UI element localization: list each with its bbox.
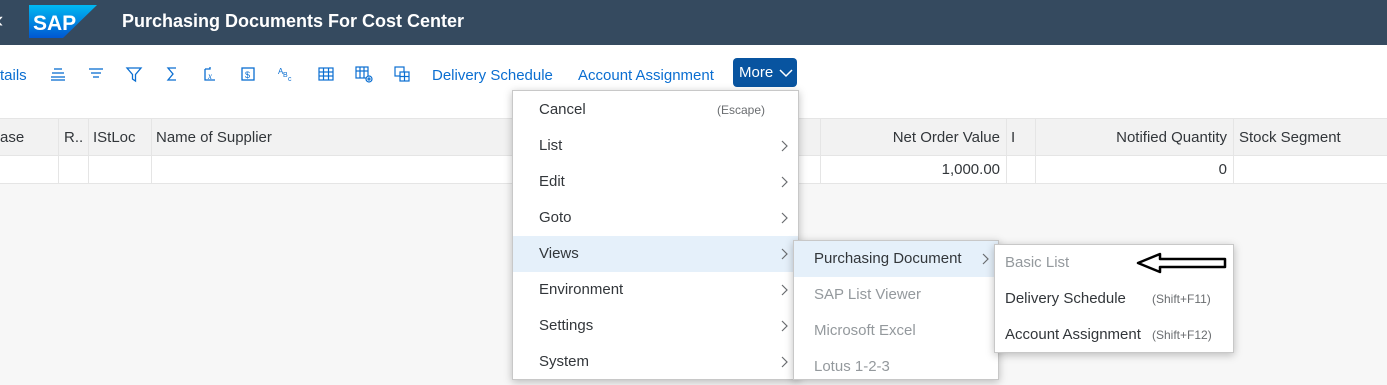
table-settings-icon[interactable] (353, 63, 375, 85)
column-header-net-order-value[interactable]: Net Order Value (825, 119, 1000, 156)
submenu-item-label: Delivery Schedule (1005, 290, 1126, 307)
column-divider (58, 156, 59, 183)
column-divider (151, 156, 152, 183)
menu-item-label: Cancel (539, 101, 586, 118)
column-header-purchase[interactable]: ase (0, 119, 56, 156)
subtotal-icon[interactable]: x (199, 63, 221, 85)
more-button[interactable]: More (733, 58, 797, 87)
sort-abc-icon[interactable]: ABc (275, 63, 297, 85)
account-assignment-button[interactable]: Account Assignment (578, 65, 714, 87)
menu-item-label: List (539, 137, 563, 154)
back-chevron-icon[interactable]: ‹ (0, 8, 10, 32)
menu-item-system[interactable]: System (513, 344, 798, 380)
menu-item-label: Settings (539, 317, 594, 334)
menu-item-shortcut: (Escape) (717, 103, 766, 117)
svg-text:x: x (207, 71, 212, 81)
column-header-stock-segment[interactable]: Stock Segment (1239, 119, 1384, 156)
views-submenu: Purchasing Document SAP List Viewer Micr… (793, 240, 999, 380)
column-divider (88, 156, 89, 183)
menu-item-cancel[interactable]: Cancel (Escape) (513, 92, 798, 128)
chevron-right-icon (781, 284, 788, 296)
chevron-right-icon (781, 356, 788, 368)
sum-icon[interactable] (161, 63, 183, 85)
table-icon[interactable] (315, 63, 337, 85)
column-divider (1233, 156, 1234, 183)
menu-item-label: Goto (539, 209, 572, 226)
column-header-istloc[interactable]: IStLoc (93, 119, 148, 156)
column-divider (820, 119, 821, 156)
column-divider (58, 119, 59, 156)
column-header-supplier[interactable]: Name of Supplier (156, 119, 456, 156)
more-label: More (739, 64, 774, 81)
menu-item-views[interactable]: Views (513, 236, 798, 272)
column-divider (151, 119, 152, 156)
chevron-right-icon (982, 253, 989, 265)
sap-logo[interactable]: SAP (29, 5, 97, 38)
chevron-right-icon (781, 140, 788, 152)
menu-item-label: Views (539, 245, 579, 262)
submenu-item-label: SAP List Viewer (814, 286, 921, 303)
submenu-item-label: Microsoft Excel (814, 322, 916, 339)
column-header-r[interactable]: R.. (64, 119, 86, 156)
column-divider (1233, 119, 1234, 156)
align-left-icon[interactable] (85, 63, 107, 85)
menu-item-settings[interactable]: Settings (513, 308, 798, 344)
submenu-item-lotus[interactable]: Lotus 1-2-3 (794, 349, 998, 385)
menu-item-label: Edit (539, 173, 565, 190)
chevron-right-icon (781, 248, 788, 260)
cell-notified-quantity: 0 (1218, 161, 1227, 178)
column-divider (1006, 156, 1007, 183)
column-header-notified-quantity[interactable]: Notified Quantity (1040, 119, 1227, 156)
menu-item-edit[interactable]: Edit (513, 164, 798, 200)
column-divider (1035, 119, 1036, 156)
chevron-right-icon (781, 212, 788, 224)
menu-item-list[interactable]: List (513, 128, 798, 164)
column-header-i[interactable]: I (1011, 119, 1031, 156)
submenu-item-purchasing-document[interactable]: Purchasing Document (794, 241, 998, 277)
details-button[interactable]: tails (0, 65, 27, 87)
submenu-item-sap-list-viewer[interactable]: SAP List Viewer (794, 277, 998, 313)
chevron-right-icon (781, 176, 788, 188)
menu-item-label: System (539, 353, 590, 370)
svg-text:c: c (288, 76, 292, 83)
submenu-item-delivery-schedule[interactable]: Delivery Schedule (Shift+F11) (995, 281, 1233, 317)
column-divider (1006, 119, 1007, 156)
delivery-schedule-button[interactable]: Delivery Schedule (432, 65, 553, 87)
annotation-arrow-icon (1136, 252, 1227, 274)
menu-item-environment[interactable]: Environment (513, 272, 798, 308)
chevron-right-icon (781, 320, 788, 332)
column-divider (820, 156, 821, 183)
menu-item-goto[interactable]: Goto (513, 200, 798, 236)
layout-icon[interactable] (391, 63, 413, 85)
submenu-item-shortcut: (Shift+F12) (1152, 328, 1212, 342)
submenu-item-label: Lotus 1-2-3 (814, 358, 890, 375)
chevron-down-icon (779, 69, 793, 78)
submenu-item-label: Basic List (1005, 254, 1070, 271)
svg-text:$: $ (245, 70, 250, 80)
more-menu: Cancel (Escape) List Edit Goto Views Env… (512, 90, 799, 380)
filter-icon[interactable] (123, 63, 145, 85)
export-icon[interactable]: $ (237, 63, 259, 85)
submenu-item-label: Account Assignment (1005, 326, 1141, 343)
shell-bar: ‹ SAP Purchasing Documents For Cost Cent… (0, 0, 1387, 45)
submenu-item-shortcut: (Shift+F11) (1152, 292, 1211, 306)
column-divider (1035, 156, 1036, 183)
app-title: Purchasing Documents For Cost Center (122, 11, 465, 31)
align-center-icon[interactable] (47, 63, 69, 85)
menu-item-label: Environment (539, 281, 624, 298)
cell-net-order-value: 1,000.00 (941, 161, 1000, 178)
submenu-item-microsoft-excel[interactable]: Microsoft Excel (794, 313, 998, 349)
submenu-item-account-assignment[interactable]: Account Assignment (Shift+F12) (995, 317, 1233, 353)
column-divider (88, 119, 89, 156)
svg-text:SAP: SAP (33, 12, 76, 35)
submenu-item-label: Purchasing Document (814, 250, 962, 267)
